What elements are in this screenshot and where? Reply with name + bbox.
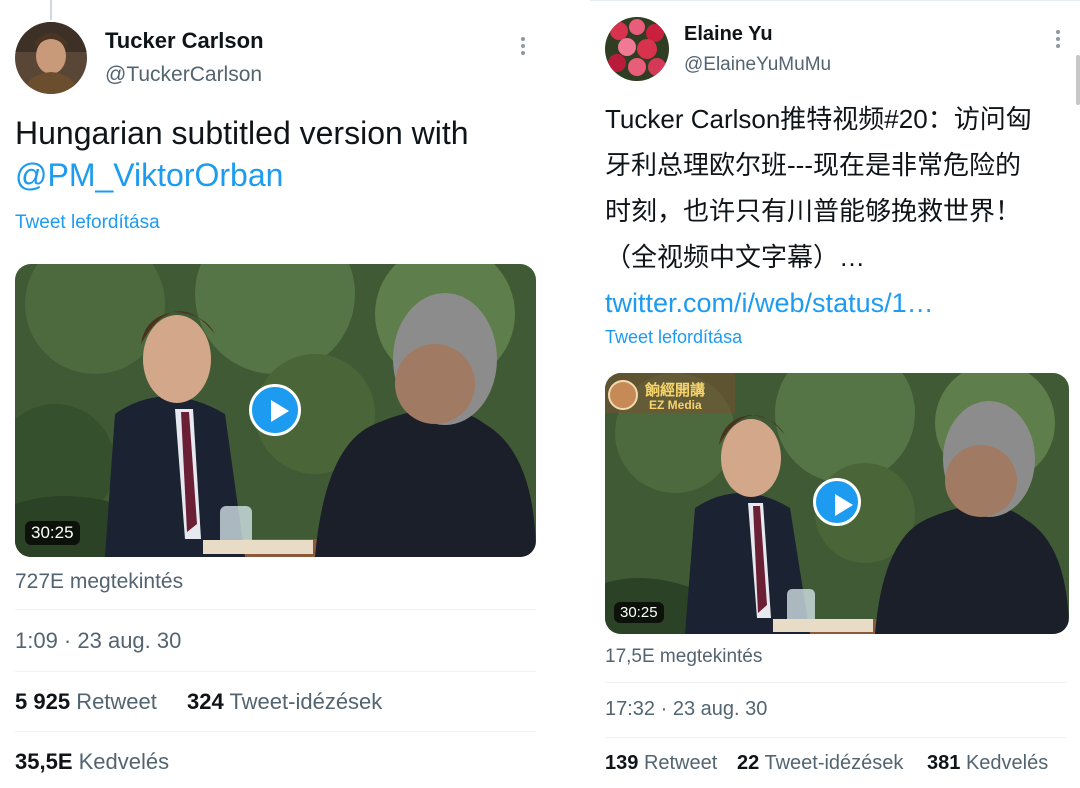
retweet-label: Retweet: [76, 689, 157, 714]
author-handle[interactable]: @ElaineYuMuMu: [684, 54, 831, 76]
play-icon[interactable]: [249, 384, 301, 436]
watermark-title: 餉經開講: [645, 382, 706, 399]
quote-label: Tweet-idézések: [229, 689, 383, 714]
mention-link[interactable]: @PM_ViktorOrban: [15, 154, 535, 196]
more-icon[interactable]: [1056, 27, 1060, 51]
view-count[interactable]: 727E megtekintés: [15, 570, 183, 594]
tweet-text-body: Tucker Carlson推特视频#20：访问匈牙利总理欧尔班---现在是非常…: [605, 104, 1032, 272]
retweet-stat[interactable]: 139 Retweet: [605, 752, 717, 775]
video-player[interactable]: 餉經開講 EZ Media 30:25: [605, 373, 1069, 634]
like-stat[interactable]: 35,5E Kedvelés: [15, 749, 169, 775]
quote-stat[interactable]: 324 Tweet-idézések: [187, 689, 382, 715]
quote-count: 22: [737, 752, 760, 774]
like-count: 35,5E: [15, 749, 73, 774]
scrollbar[interactable]: [1076, 55, 1080, 105]
author-handle[interactable]: @TuckerCarlson: [105, 63, 262, 87]
timestamp[interactable]: 1:09 · 23 aug. 30: [15, 628, 181, 654]
avatar[interactable]: [15, 22, 87, 94]
tweet-text-line: Hungarian subtitled version with: [15, 115, 469, 151]
divider: [605, 682, 1067, 683]
quote-count: 324: [187, 689, 224, 714]
tweet-text: Hungarian subtitled version with @PM_Vik…: [15, 112, 535, 196]
status-link[interactable]: twitter.com/i/web/status/1…: [605, 280, 1045, 326]
quote-label: Tweet-idézések: [764, 752, 904, 774]
avatar[interactable]: [605, 17, 669, 81]
like-label: Kedvelés: [965, 752, 1049, 774]
video-duration: 30:25: [25, 521, 80, 545]
timestamp[interactable]: 17:32 · 23 aug. 30: [605, 698, 767, 721]
like-label: Kedvelés: [78, 749, 170, 774]
retweet-count: 5 925: [15, 689, 71, 714]
divider: [15, 731, 536, 732]
divider: [15, 609, 536, 610]
avatar-image: [15, 22, 87, 94]
translate-link[interactable]: Tweet lefordítása: [605, 327, 742, 348]
video-duration: 30:25: [614, 602, 664, 623]
watermark-subtitle: EZ Media: [649, 398, 702, 412]
divider: [15, 671, 536, 672]
like-stat[interactable]: 381 Kedvelés: [927, 752, 1048, 775]
translate-link[interactable]: Tweet lefordítása: [15, 212, 160, 234]
play-icon[interactable]: [813, 478, 861, 526]
tweet-text: Tucker Carlson推特视频#20：访问匈牙利总理欧尔班---现在是非常…: [605, 96, 1045, 326]
author-name[interactable]: Elaine Yu: [684, 23, 773, 46]
more-icon[interactable]: [521, 34, 525, 58]
retweet-count: 139: [605, 752, 639, 774]
author-name[interactable]: Tucker Carlson: [105, 28, 264, 54]
avatar-image: [605, 17, 669, 81]
retweet-label: Retweet: [643, 752, 718, 774]
divider: [605, 737, 1067, 738]
quote-stat[interactable]: 22 Tweet-idézések: [737, 752, 903, 775]
thread-line: [50, 0, 52, 20]
view-count[interactable]: 17,5E megtekintés: [605, 646, 762, 668]
like-count: 381: [927, 752, 961, 774]
divider: [590, 0, 1080, 1]
retweet-stat[interactable]: 5 925 Retweet: [15, 689, 157, 715]
video-player[interactable]: 30:25: [15, 264, 536, 557]
